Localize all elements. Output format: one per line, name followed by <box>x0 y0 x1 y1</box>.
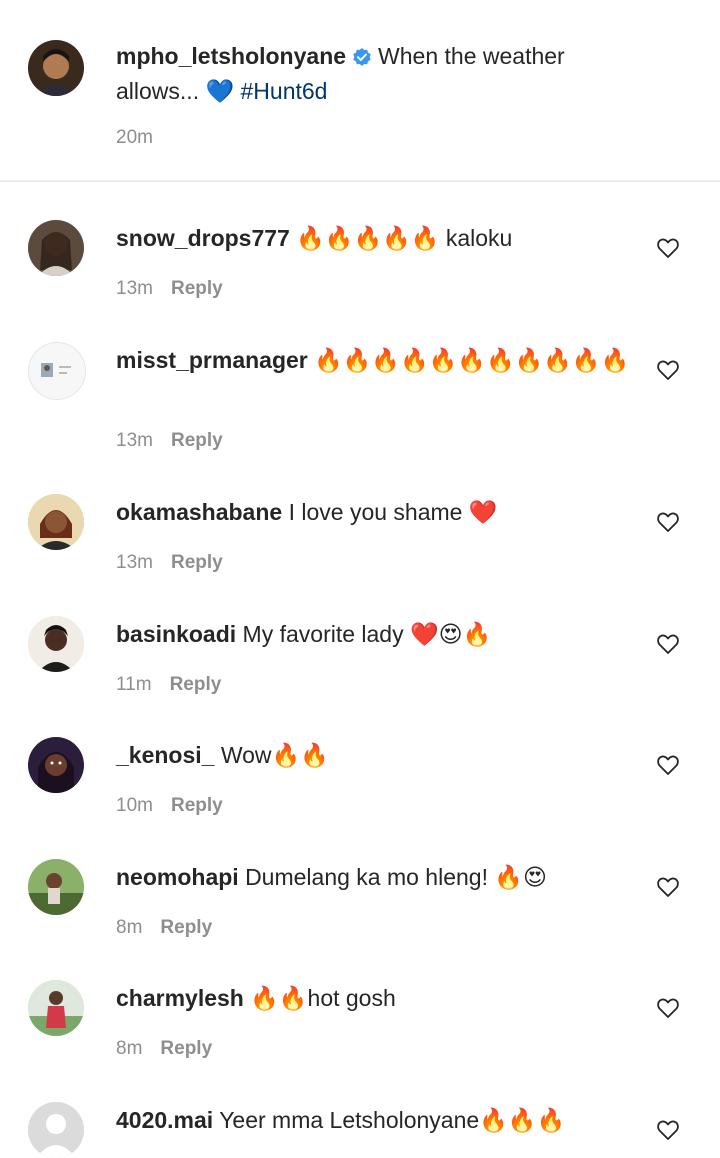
avatar-photo-icon <box>28 494 84 550</box>
reply-button[interactable]: Reply <box>171 278 223 299</box>
avatar[interactable] <box>28 737 84 793</box>
comment-time: 10m <box>116 795 153 816</box>
comment-body: My favorite lady ❤️😍🔥 <box>242 621 492 647</box>
comment-text: okamashabane I love you shame ❤️ <box>116 496 636 528</box>
like-heart-icon[interactable] <box>656 510 680 534</box>
avatar[interactable] <box>28 40 84 96</box>
comment-username[interactable]: snow_drops777 <box>116 225 290 251</box>
caption-hashtag[interactable]: #Hunt6d <box>241 78 328 104</box>
comment-username[interactable]: misst_prmanager <box>116 347 308 373</box>
comment-time: 13m <box>116 552 153 573</box>
comment-text: 4020.mai Yeer mma Letsholonyane🔥🔥🔥 <box>116 1104 636 1136</box>
comment-username[interactable]: okamashabane <box>116 499 282 525</box>
reply-button[interactable]: Reply <box>170 674 222 695</box>
reply-button[interactable]: Reply <box>171 795 223 816</box>
comment-time: 13m <box>116 430 153 451</box>
comment-time: 8m <box>116 1038 143 1059</box>
verified-badge-icon <box>352 43 372 75</box>
divider <box>0 180 720 182</box>
avatar[interactable] <box>28 859 84 915</box>
default-avatar-icon <box>28 1102 84 1158</box>
comment-text: snow_drops777 🔥🔥🔥🔥🔥 kaloku <box>116 222 636 254</box>
comment-text: neomohapi Dumelang ka mo hleng! 🔥😍 <box>116 861 636 893</box>
comment-meta: 13m Reply <box>116 278 223 300</box>
comment-meta: 8m Reply <box>116 917 212 939</box>
caption-time: 20m <box>116 127 153 148</box>
like-heart-icon[interactable] <box>656 358 680 382</box>
comment-text: charmylesh 🔥🔥hot gosh <box>116 982 636 1014</box>
avatar-photo-icon <box>28 220 84 276</box>
post-caption: mpho_letsholonyane When the weather allow… <box>0 0 720 180</box>
avatar-photo-icon <box>29 343 85 399</box>
caption-text: mpho_letsholonyane When the weather allow… <box>116 40 636 107</box>
comment-body: I love you shame ❤️ <box>288 499 498 525</box>
reply-button[interactable]: Reply <box>171 552 223 573</box>
like-heart-icon[interactable] <box>656 996 680 1020</box>
comment-meta: 11m Reply <box>116 674 221 696</box>
comment-text: basinkoadi My favorite lady ❤️😍🔥 <box>116 618 636 650</box>
avatar[interactable] <box>28 616 84 672</box>
like-heart-icon[interactable] <box>656 875 680 899</box>
like-heart-icon[interactable] <box>656 1118 680 1142</box>
comment-username[interactable]: basinkoadi <box>116 621 236 647</box>
comment-body: 🔥🔥🔥🔥🔥 kaloku <box>296 225 513 251</box>
like-heart-icon[interactable] <box>656 632 680 656</box>
comment-username[interactable]: 4020.mai <box>116 1107 213 1133</box>
avatar-photo-icon <box>28 737 84 793</box>
caption-timestamp: 20m <box>116 127 153 149</box>
reply-button[interactable]: Reply <box>160 1038 212 1059</box>
comment-time: 11m <box>116 674 152 695</box>
avatar-photo-icon <box>28 616 84 672</box>
avatar[interactable] <box>28 342 86 400</box>
comment-time: 13m <box>116 278 153 299</box>
avatar[interactable] <box>28 1102 84 1158</box>
comment-meta: 13m Reply <box>116 552 223 574</box>
reply-button[interactable]: Reply <box>171 430 223 451</box>
avatar-photo-icon <box>28 859 84 915</box>
comment-body: Yeer mma Letsholonyane🔥🔥🔥 <box>219 1107 566 1133</box>
comment-text: misst_prmanager 🔥🔥🔥🔥🔥🔥🔥🔥🔥🔥🔥 <box>116 344 636 376</box>
comment-username[interactable]: _kenosi_ <box>116 742 214 768</box>
caption-username[interactable]: mpho_letsholonyane <box>116 43 346 69</box>
comment-text: _kenosi_ Wow🔥🔥 <box>116 739 636 771</box>
comment-time: 8m <box>116 917 143 938</box>
comment-body: 🔥🔥🔥🔥🔥🔥🔥🔥🔥🔥🔥 <box>314 347 630 373</box>
avatar-photo-icon <box>28 980 84 1036</box>
like-heart-icon[interactable] <box>656 236 680 260</box>
comment-meta: 10m Reply <box>116 795 223 817</box>
comment-body: Wow🔥🔥 <box>220 742 329 768</box>
comment-username[interactable]: neomohapi <box>116 864 239 890</box>
avatar[interactable] <box>28 494 84 550</box>
avatar[interactable] <box>28 220 84 276</box>
comment-username[interactable]: charmylesh <box>116 985 244 1011</box>
reply-button[interactable]: Reply <box>160 917 212 938</box>
comment-meta: 8m Reply <box>116 1038 212 1060</box>
avatar-photo-icon <box>28 40 84 96</box>
comment-body: Dumelang ka mo hleng! 🔥😍 <box>245 864 547 890</box>
like-heart-icon[interactable] <box>656 753 680 777</box>
comment-body: 🔥🔥hot gosh <box>250 985 396 1011</box>
avatar[interactable] <box>28 980 84 1036</box>
comment-meta: 13m Reply <box>116 430 223 452</box>
